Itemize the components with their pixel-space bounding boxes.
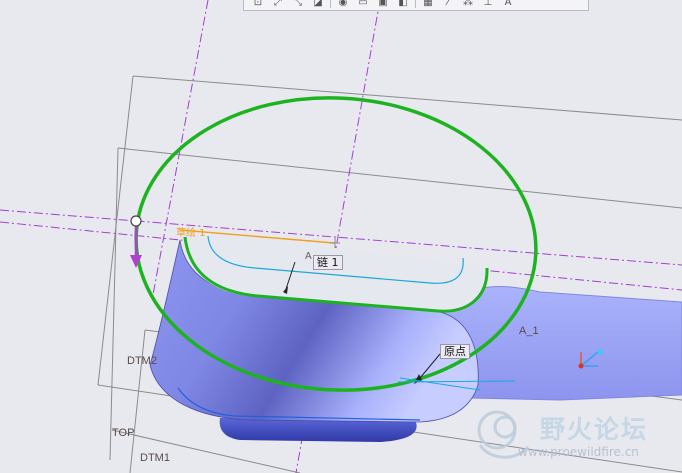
model-viewport[interactable]	[0, 0, 682, 473]
coordinate-system-icon[interactable]: ⊥	[480, 0, 496, 9]
datum-axes-icon[interactable]: ⁄	[440, 0, 456, 9]
chain-label[interactable]: 链 1	[313, 255, 343, 270]
axis-a1-label: A_1	[519, 325, 539, 337]
zoom-fit-icon[interactable]: ⊡	[250, 0, 266, 9]
sketch-label[interactable]: 草绘 1	[176, 224, 206, 239]
zoom-out-icon[interactable]: ⤡	[290, 0, 306, 9]
datum-planes-icon[interactable]: ▦	[420, 0, 436, 9]
toolbar-separator	[415, 0, 416, 8]
dtm2-label: DTM2	[127, 355, 157, 367]
drag-handle[interactable]	[130, 215, 142, 268]
watermark-url: www.proewildfire.cn	[518, 445, 639, 459]
view-toolbar: ⊡ ⤢ ⤡ ◪ ◉ ▭ ▣ ◧ ▦ ⁄ ⁂ ⊥ A	[243, 0, 589, 11]
shading-icon[interactable]: ◉	[335, 0, 351, 9]
top-label: TOP	[112, 427, 135, 439]
layers-icon[interactable]: ▣	[375, 0, 391, 9]
watermark-text: 野火论坛	[540, 415, 649, 444]
view-orient-icon[interactable]: ◪	[310, 0, 326, 9]
zoom-in-icon[interactable]: ⤢	[270, 0, 286, 9]
datum-points-icon[interactable]: ⁂	[460, 0, 476, 9]
annotations-icon[interactable]: A	[500, 0, 516, 9]
display-style-icon[interactable]: ◧	[395, 0, 411, 9]
saved-views-icon[interactable]: ▭	[355, 0, 371, 9]
axis-point-marker	[330, 238, 340, 248]
origin-label[interactable]: 原点	[440, 344, 470, 359]
dtm1-label: DTM1	[140, 452, 170, 464]
axis-a-label: A	[305, 251, 312, 262]
toolbar-separator	[330, 0, 331, 8]
